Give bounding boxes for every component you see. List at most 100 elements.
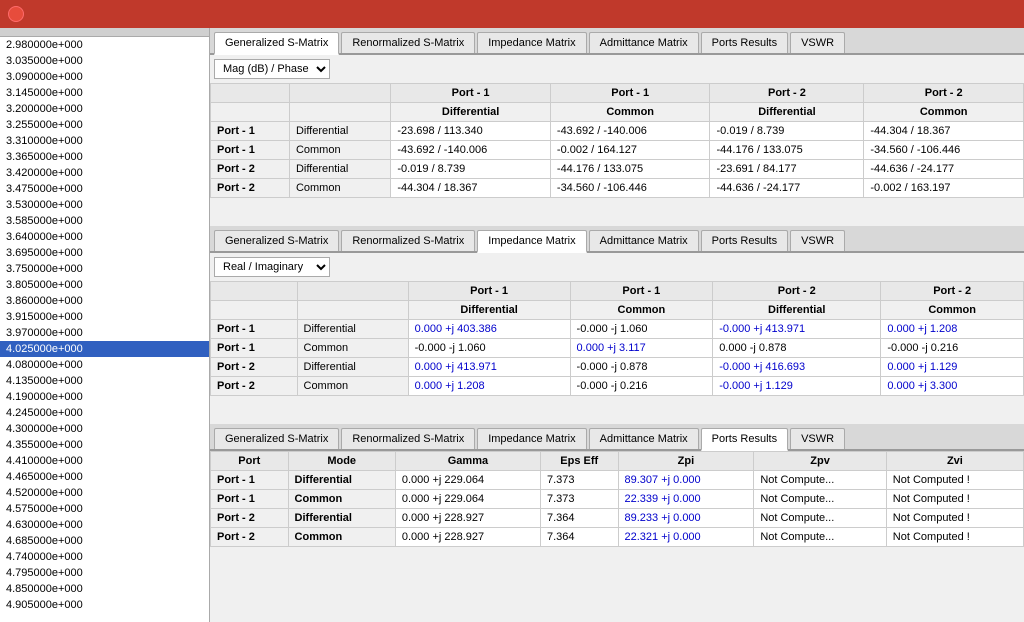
sidebar-item[interactable]: 3.035000e+000 [0, 53, 209, 69]
ports-cell: Not Compute... [754, 528, 886, 547]
tab-renormalized-s-matrix[interactable]: Renormalized S-Matrix [341, 428, 475, 449]
sidebar-item[interactable]: 3.475000e+000 [0, 181, 209, 197]
sidebar-item[interactable]: 3.310000e+000 [0, 133, 209, 149]
sidebar-item[interactable]: 4.905000e+000 [0, 597, 209, 613]
tab-impedance-matrix[interactable]: Impedance Matrix [477, 428, 586, 449]
panel1-content: Mag (dB) / PhaseReal / Imaginary Port - … [210, 55, 1024, 226]
tab-ports-results[interactable]: Ports Results [701, 428, 788, 451]
sidebar-item[interactable]: 3.145000e+000 [0, 85, 209, 101]
tab-vswr[interactable]: VSWR [790, 428, 845, 449]
sidebar-item[interactable]: 3.420000e+000 [0, 165, 209, 181]
sidebar-list[interactable]: 2.980000e+0003.035000e+0003.090000e+0003… [0, 37, 209, 622]
sidebar-item[interactable]: 3.695000e+000 [0, 245, 209, 261]
port-label: Port - 2 [211, 377, 298, 396]
sidebar-item[interactable]: 4.300000e+000 [0, 421, 209, 437]
col-header-port: Port - 1 [408, 282, 570, 301]
ports-cell: Port - 1 [211, 471, 289, 490]
sidebar-item[interactable]: 4.850000e+000 [0, 581, 209, 597]
tab-vswr[interactable]: VSWR [790, 230, 845, 251]
ports-cell: 0.000 +j 228.927 [395, 528, 540, 547]
sidebar-item[interactable]: 2.980000e+000 [0, 37, 209, 53]
tab-impedance-matrix[interactable]: Impedance Matrix [477, 32, 586, 53]
matrix-value: -23.698 / 113.340 [391, 122, 551, 141]
panel2-tab-bar: Generalized S-MatrixRenormalized S-Matri… [210, 226, 1024, 253]
tab-generalized-s-matrix[interactable]: Generalized S-Matrix [214, 230, 339, 251]
tab-generalized-s-matrix[interactable]: Generalized S-Matrix [214, 428, 339, 449]
sidebar-item[interactable]: 4.520000e+000 [0, 485, 209, 501]
empty-header [211, 282, 298, 301]
sidebar-item[interactable]: 4.685000e+000 [0, 533, 209, 549]
matrix-value: -43.692 / -140.006 [391, 141, 551, 160]
matrix-value: 0.000 +j 1.129 [881, 358, 1024, 377]
sidebar-item[interactable]: 4.245000e+000 [0, 405, 209, 421]
sidebar-item[interactable]: 4.795000e+000 [0, 565, 209, 581]
ports-cell: Not Compute... [754, 471, 886, 490]
sidebar-item[interactable]: 4.575000e+000 [0, 501, 209, 517]
matrix-value: -0.000 -j 0.878 [570, 358, 713, 377]
sidebar-item[interactable]: 4.740000e+000 [0, 549, 209, 565]
sidebar-item[interactable]: 3.585000e+000 [0, 213, 209, 229]
matrix-value: -0.000 -j 0.216 [881, 339, 1024, 358]
ports-cell: 89.233 +j 0.000 [618, 509, 754, 528]
ports-cell: Not Compute... [754, 490, 886, 509]
sidebar-item[interactable]: 3.365000e+000 [0, 149, 209, 165]
panel1-tab-bar: Generalized S-MatrixRenormalized S-Matri… [210, 28, 1024, 55]
sidebar-item[interactable]: 4.410000e+000 [0, 453, 209, 469]
panel3-content: PortModeGammaEps EffZpiZpvZviPort - 1Dif… [210, 451, 1024, 622]
tab-impedance-matrix[interactable]: Impedance Matrix [477, 230, 586, 253]
sidebar-item[interactable]: 4.080000e+000 [0, 357, 209, 373]
matrix-value: -0.000 +j 413.971 [713, 320, 881, 339]
matrix-value: 0.000 +j 3.300 [881, 377, 1024, 396]
sub-header-mode: Differential [408, 301, 570, 320]
sidebar-item[interactable]: 3.200000e+000 [0, 101, 209, 117]
matrix-value: 0.000 +j 1.208 [881, 320, 1024, 339]
matrix-value: -44.176 / 133.075 [550, 160, 710, 179]
three-panels: Generalized S-MatrixRenormalized S-Matri… [210, 28, 1024, 622]
tab-ports-results[interactable]: Ports Results [701, 230, 788, 251]
empty-header [211, 84, 290, 103]
tab-generalized-s-matrix[interactable]: Generalized S-Matrix [214, 32, 339, 55]
table-row: Port - 2Differential0.000 +j 413.971-0.0… [211, 358, 1024, 377]
ports-cell: Not Computed ! [886, 528, 1023, 547]
tab-ports-results[interactable]: Ports Results [701, 32, 788, 53]
tab-admittance-matrix[interactable]: Admittance Matrix [589, 428, 699, 449]
panel2-dropdown[interactable]: Mag (dB) / PhaseReal / Imaginary [214, 257, 330, 277]
tab-admittance-matrix[interactable]: Admittance Matrix [589, 230, 699, 251]
ports-col-header: Gamma [395, 452, 540, 471]
sidebar-item[interactable]: 4.465000e+000 [0, 469, 209, 485]
port-label: Port - 1 [211, 320, 298, 339]
sidebar-item[interactable]: 3.750000e+000 [0, 261, 209, 277]
panel1-dropdown[interactable]: Mag (dB) / PhaseReal / Imaginary [214, 59, 330, 79]
sidebar-item[interactable]: 3.860000e+000 [0, 293, 209, 309]
sidebar-item[interactable]: 3.915000e+000 [0, 309, 209, 325]
ports-cell: Common [288, 528, 395, 547]
sidebar-item[interactable]: 3.090000e+000 [0, 69, 209, 85]
sidebar-item[interactable]: 4.630000e+000 [0, 517, 209, 533]
tab-vswr[interactable]: VSWR [790, 32, 845, 53]
title-bar [0, 0, 1024, 28]
sidebar-item[interactable]: 4.025000e+000 [0, 341, 209, 357]
ports-table-row: Port - 2Differential0.000 +j 228.9277.36… [211, 509, 1024, 528]
ports-cell: 7.373 [540, 490, 618, 509]
sidebar-item[interactable]: 4.355000e+000 [0, 437, 209, 453]
sidebar-item[interactable]: 4.190000e+000 [0, 389, 209, 405]
sidebar-item[interactable]: 3.640000e+000 [0, 229, 209, 245]
ports-cell: 22.321 +j 0.000 [618, 528, 754, 547]
empty-header2 [297, 282, 408, 301]
sidebar-item[interactable]: 3.970000e+000 [0, 325, 209, 341]
matrix-value: 0.000 +j 3.117 [570, 339, 713, 358]
ports-cell: 7.364 [540, 528, 618, 547]
panel-ports: Generalized S-MatrixRenormalized S-Matri… [210, 424, 1024, 622]
matrix-value: -0.002 / 163.197 [864, 179, 1024, 198]
tab-renormalized-s-matrix[interactable]: Renormalized S-Matrix [341, 32, 475, 53]
tab-renormalized-s-matrix[interactable]: Renormalized S-Matrix [341, 230, 475, 251]
matrix-value: 0.000 +j 403.386 [408, 320, 570, 339]
ports-col-header: Zvi [886, 452, 1023, 471]
empty-header2 [289, 84, 390, 103]
sidebar-item[interactable]: 3.805000e+000 [0, 277, 209, 293]
sidebar-item[interactable]: 4.135000e+000 [0, 373, 209, 389]
sidebar-item[interactable]: 3.255000e+000 [0, 117, 209, 133]
sub-empty1 [211, 103, 290, 122]
sidebar-item[interactable]: 3.530000e+000 [0, 197, 209, 213]
tab-admittance-matrix[interactable]: Admittance Matrix [589, 32, 699, 53]
